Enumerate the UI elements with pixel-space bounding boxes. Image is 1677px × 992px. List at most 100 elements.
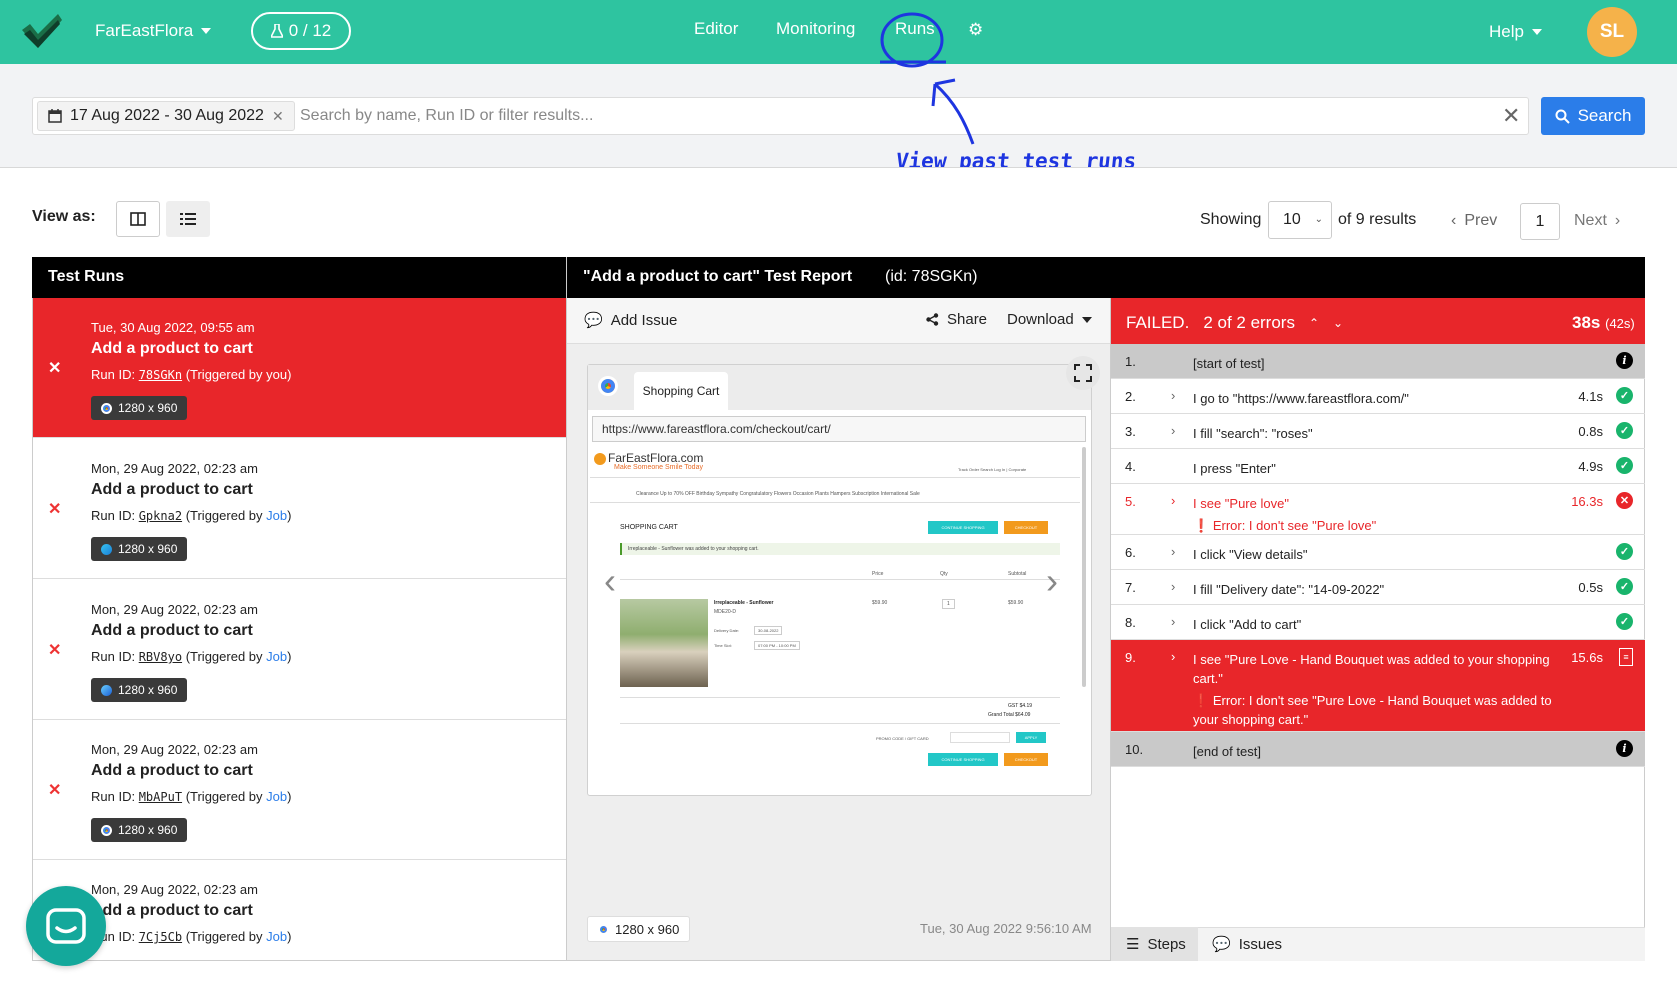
step-row[interactable]: 10. [end of test] i xyxy=(1111,732,1645,767)
run-id-label: Run ID: xyxy=(91,508,136,523)
date-range-chip[interactable]: 17 Aug 2022 - 30 Aug 2022 ✕ xyxy=(37,101,295,131)
add-issue-button[interactable]: 💬 Add Issue xyxy=(584,311,678,330)
page-size-select[interactable]: 10 ⌄ xyxy=(1268,201,1332,239)
document-icon[interactable]: ≡ xyxy=(1619,648,1633,666)
step-text: [end of test] xyxy=(1193,744,1261,759)
job-link[interactable]: Job xyxy=(266,649,287,664)
run-id-label: Run ID: xyxy=(91,367,136,382)
col-subtotal: Subtotal xyxy=(1008,571,1027,577)
nav-monitoring[interactable]: Monitoring xyxy=(776,19,855,39)
step-text: I click "View details" xyxy=(1193,547,1308,562)
chevron-up-icon[interactable]: ⌃ xyxy=(1309,316,1319,330)
step-error: ❗ Error: I don't see "Pure love" xyxy=(1193,516,1533,535)
step-row[interactable]: 8. › I click "Add to cart" ✓ xyxy=(1111,605,1645,640)
check-icon: ✓ xyxy=(1616,578,1633,595)
run-id-line: Run ID: 7Cj5Cb (Triggered by Job) xyxy=(91,929,291,944)
tab-issues-label: Issues xyxy=(1238,935,1283,953)
chevron-left-icon[interactable]: ‹ xyxy=(604,560,616,602)
error-count: 2 of 2 errors xyxy=(1203,313,1295,332)
remove-date-icon[interactable]: ✕ xyxy=(272,108,284,125)
promo-input xyxy=(950,732,1010,743)
chevron-down-icon xyxy=(201,28,212,34)
view-as-label: View as: xyxy=(32,208,96,225)
app-logo-icon[interactable] xyxy=(22,12,62,50)
chevron-right-icon[interactable]: › xyxy=(1171,423,1175,438)
step-row[interactable]: 1. [start of test] i xyxy=(1111,344,1645,379)
tab-issues[interactable]: 💬 Issues xyxy=(1212,935,1283,954)
step-row[interactable]: 9. › I see "Pure Love - Hand Bouquet was… xyxy=(1111,640,1645,732)
chevron-right-icon[interactable]: › xyxy=(1171,493,1175,508)
site-tagline: Make Someone Smile Today xyxy=(614,464,703,471)
job-link[interactable]: Job xyxy=(266,508,287,523)
chevron-right-icon[interactable]: › xyxy=(1171,544,1175,559)
step-row[interactable]: 3. › I fill "search": "roses" 0.8s ✓ xyxy=(1111,414,1645,449)
chevron-down-icon[interactable]: ⌄ xyxy=(1333,316,1343,330)
run-item[interactable]: ✕ Mon, 29 Aug 2022, 02:23 am Add a produ… xyxy=(33,580,566,720)
step-error: ❗ Error: I don't see "Pure Love - Hand B… xyxy=(1193,691,1553,729)
runs-highlight-circle xyxy=(880,12,946,68)
step-number: 5. xyxy=(1125,494,1136,509)
avatar[interactable]: SL xyxy=(1587,7,1637,57)
page-number-input[interactable]: 1 xyxy=(1520,203,1560,240)
step-row[interactable]: 6. › I click "View details" ✓ xyxy=(1111,535,1645,570)
run-id-link[interactable]: 78SGKn xyxy=(139,368,182,382)
run-id-link[interactable]: Gpkna2 xyxy=(139,509,182,523)
run-item[interactable]: ✕ Mon, 29 Aug 2022, 02:23 am Add a produ… xyxy=(33,720,566,860)
status-badge: FAILED. xyxy=(1126,313,1190,332)
help-menu[interactable]: Help xyxy=(1489,22,1542,42)
step-row[interactable]: 5. › I see "Pure love" ❗ Error: I don't … xyxy=(1111,484,1645,535)
search-input[interactable] xyxy=(300,100,1490,132)
chevron-right-icon[interactable]: › xyxy=(1171,614,1175,629)
list-view-button[interactable] xyxy=(166,201,210,237)
trigger-pre: (Triggered by xyxy=(185,789,267,804)
step-error-text: Error: I don't see "Pure love" xyxy=(1212,518,1377,533)
search-button[interactable]: Search xyxy=(1541,97,1645,135)
run-id-link[interactable]: RBV8yo xyxy=(139,650,182,664)
clear-search-icon[interactable]: ✕ xyxy=(1502,103,1520,129)
run-id-link[interactable]: 7Cj5Cb xyxy=(139,930,182,944)
step-row[interactable]: 2. › I go to "https://www.fareastflora.c… xyxy=(1111,379,1645,414)
page-size-value: 10 xyxy=(1283,211,1301,228)
project-selector[interactable]: FarEastFlora xyxy=(95,21,212,41)
item-price: $59.90 xyxy=(872,600,888,606)
delivery-value: 30-08-2022 xyxy=(754,626,783,635)
error-x-icon: ✕ xyxy=(1616,492,1633,509)
chevron-right-icon[interactable]: › xyxy=(1046,560,1058,602)
chevron-right-icon[interactable]: › xyxy=(1171,649,1175,664)
nav-editor[interactable]: Editor xyxy=(694,19,738,39)
tab-steps[interactable]: ☰ Steps xyxy=(1126,935,1186,954)
run-item[interactable]: ✕ Tue, 30 Aug 2022, 09:55 am Add a produ… xyxy=(33,298,566,438)
chevron-right-icon[interactable]: › xyxy=(1171,579,1175,594)
split-view-button[interactable] xyxy=(116,201,160,237)
step-text: I press "Enter" xyxy=(1193,461,1276,476)
next-page-button[interactable]: Next › xyxy=(1574,212,1620,230)
step-error-text: Error: I don't see "Pure Love - Hand Bou… xyxy=(1193,693,1552,727)
step-number: 9. xyxy=(1125,650,1136,665)
fullscreen-icon[interactable] xyxy=(1066,356,1100,390)
annotation-arrow xyxy=(931,78,975,145)
step-row[interactable]: 7. › I fill "Delivery date": "14-09-2022… xyxy=(1111,570,1645,605)
job-link[interactable]: Job xyxy=(266,929,287,944)
chevron-down-icon xyxy=(1081,316,1092,323)
add-issue-label: Add Issue xyxy=(610,311,678,329)
test-counter-button[interactable]: 0 / 12 xyxy=(251,12,351,50)
gear-icon[interactable]: ⚙ xyxy=(968,20,983,40)
prev-page-button[interactable]: ‹ Prev xyxy=(1451,212,1497,230)
chat-launcher-icon[interactable] xyxy=(26,886,106,966)
trigger-post: ) xyxy=(287,367,292,382)
trigger-pre: (Triggered by xyxy=(185,367,267,382)
run-date: Mon, 29 Aug 2022, 02:23 am xyxy=(91,602,258,617)
chevron-right-icon[interactable]: › xyxy=(1171,388,1175,403)
download-menu[interactable]: Download xyxy=(1007,311,1092,328)
share-button[interactable]: Share xyxy=(926,311,987,328)
next-label: Next xyxy=(1574,212,1607,229)
run-id-label: Run ID: xyxy=(91,789,136,804)
job-link[interactable]: Job xyxy=(266,789,287,804)
step-text: I go to "https://www.fareastflora.com/" xyxy=(1193,391,1409,406)
continue-shopping-button: CONTINUE SHOPPING xyxy=(928,521,998,534)
help-label: Help xyxy=(1489,22,1524,41)
run-item[interactable]: Mon, 29 Aug 2022, 02:23 am Add a product… xyxy=(33,860,566,960)
step-row[interactable]: 4. I press "Enter" 4.9s ✓ xyxy=(1111,449,1645,484)
run-item[interactable]: ✕ Mon, 29 Aug 2022, 02:23 am Add a produ… xyxy=(33,439,566,579)
run-id-link[interactable]: MbAPuT xyxy=(139,790,182,804)
